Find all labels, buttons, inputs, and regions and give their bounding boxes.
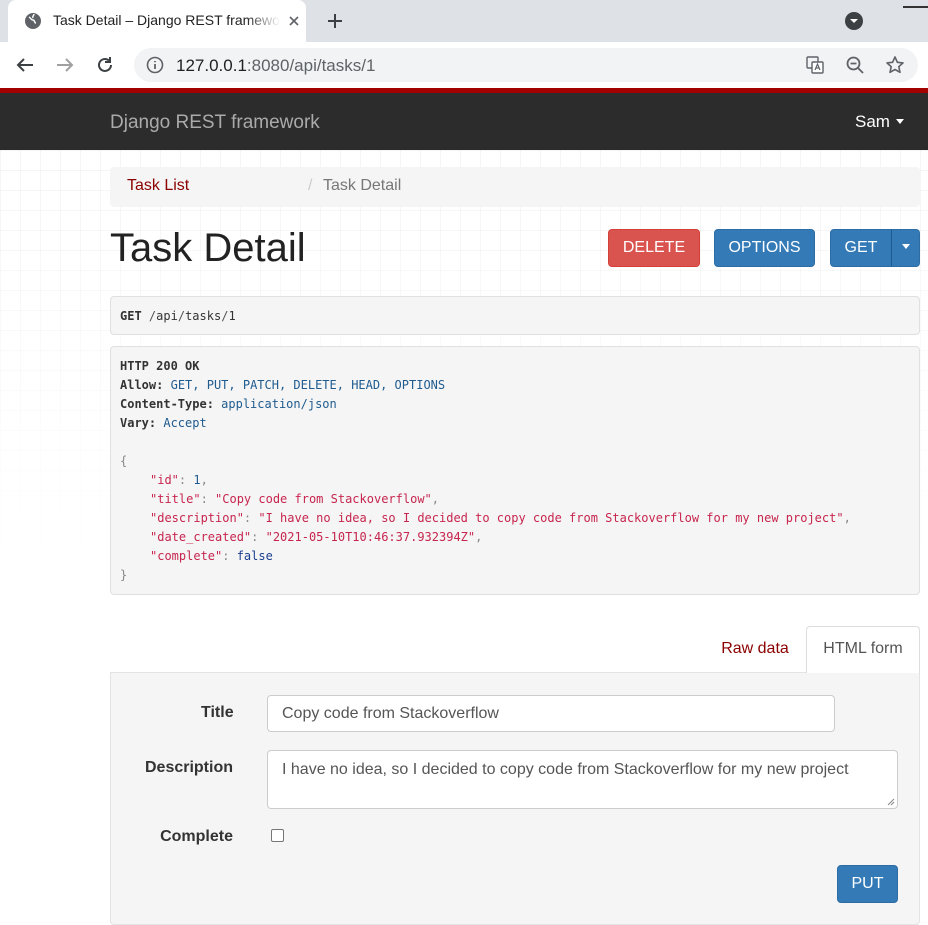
url-text[interactable]: 127.0.0.1:8080/api/tasks/1 bbox=[176, 56, 375, 76]
response-header-allow: Allow: GET, PUT, PATCH, DELETE, HEAD, OP… bbox=[120, 378, 446, 392]
complete-label: Complete bbox=[160, 828, 233, 845]
json-field-description: "description": "I have no idea, so I dec… bbox=[150, 511, 851, 525]
close-icon[interactable] bbox=[286, 13, 302, 29]
json-field-complete: "complete": false bbox=[150, 549, 273, 563]
request-info: GET /api/tasks/1 bbox=[110, 296, 920, 335]
browser-tabstrip: Task Detail – Django REST framework bbox=[0, 0, 928, 42]
request-line: GET /api/tasks/1 bbox=[120, 309, 236, 323]
browser-toolbar: 127.0.0.1:8080/api/tasks/1 bbox=[0, 42, 928, 88]
page-title: Task Detail bbox=[110, 226, 306, 270]
user-menu[interactable]: Sam bbox=[855, 112, 904, 132]
description-label: Description bbox=[144, 759, 233, 776]
response-info: HTTP 200 OK Allow: GET, PUT, PATCH, DELE… bbox=[110, 346, 920, 595]
json-open-brace: { bbox=[120, 454, 128, 468]
get-format-dropdown[interactable] bbox=[891, 229, 920, 267]
back-arrow-icon[interactable] bbox=[13, 53, 37, 77]
caret-down-icon bbox=[901, 244, 910, 250]
bookmark-star-icon[interactable] bbox=[885, 55, 905, 75]
breadcrumb-task-list[interactable]: Task List bbox=[127, 177, 189, 195]
new-tab-icon[interactable] bbox=[325, 11, 345, 31]
breadcrumb: Task List / Task Detail bbox=[110, 167, 920, 207]
forward-arrow-icon[interactable] bbox=[53, 53, 77, 77]
user-name: Sam bbox=[855, 112, 890, 131]
json-field-id: "id": 1, bbox=[150, 473, 208, 487]
complete-checkbox[interactable] bbox=[271, 829, 284, 842]
response-header-content-type: Content-Type: application/json bbox=[120, 397, 337, 411]
caret-down-icon bbox=[895, 119, 904, 125]
json-field-title: "title": "Copy code from Stackoverflow", bbox=[150, 492, 440, 506]
browser-tab[interactable]: Task Detail – Django REST framework bbox=[8, 0, 306, 42]
json-field-date-created: "date_created": "2021-05-10T10:46:37.932… bbox=[150, 530, 483, 544]
options-button[interactable]: OPTIONS bbox=[714, 229, 815, 267]
put-button[interactable]: PUT bbox=[837, 865, 898, 903]
title-input[interactable]: Copy code from Stackoverflow bbox=[267, 695, 835, 732]
zoom-out-icon[interactable] bbox=[845, 55, 865, 75]
globe-icon bbox=[25, 13, 41, 29]
brand-link[interactable]: Django REST framework bbox=[110, 112, 320, 134]
reload-icon[interactable] bbox=[93, 53, 117, 77]
resize-grip-icon[interactable] bbox=[885, 796, 895, 806]
navbar: Django REST framework Sam bbox=[0, 88, 928, 150]
title-label: Title bbox=[201, 704, 234, 721]
breadcrumb-task-detail: Task Detail bbox=[323, 177, 402, 194]
html-form: Title Copy code from Stackoverflow Descr… bbox=[110, 672, 920, 925]
tab-search-icon[interactable] bbox=[844, 11, 864, 31]
info-icon[interactable] bbox=[146, 56, 164, 74]
description-textarea[interactable]: I have no idea, so I decided to copy cod… bbox=[267, 750, 898, 809]
address-bar[interactable]: 127.0.0.1:8080/api/tasks/1 bbox=[134, 48, 918, 82]
tab-title: Task Detail – Django REST framework bbox=[53, 12, 280, 28]
response-status: HTTP 200 OK bbox=[120, 359, 200, 373]
description-text: I have no idea, so I decided to copy cod… bbox=[282, 761, 849, 778]
tab-raw-data[interactable]: Raw data bbox=[705, 626, 805, 672]
window-minimize-edge bbox=[903, 6, 928, 8]
json-close-brace: } bbox=[120, 568, 128, 582]
tab-html-form[interactable]: HTML form bbox=[806, 626, 920, 673]
breadcrumb-separator: / bbox=[308, 177, 313, 194]
get-button[interactable]: GET bbox=[830, 229, 892, 267]
response-header-vary: Vary: Accept bbox=[120, 416, 207, 430]
translate-icon[interactable] bbox=[805, 55, 825, 75]
delete-button[interactable]: DELETE bbox=[608, 229, 700, 267]
